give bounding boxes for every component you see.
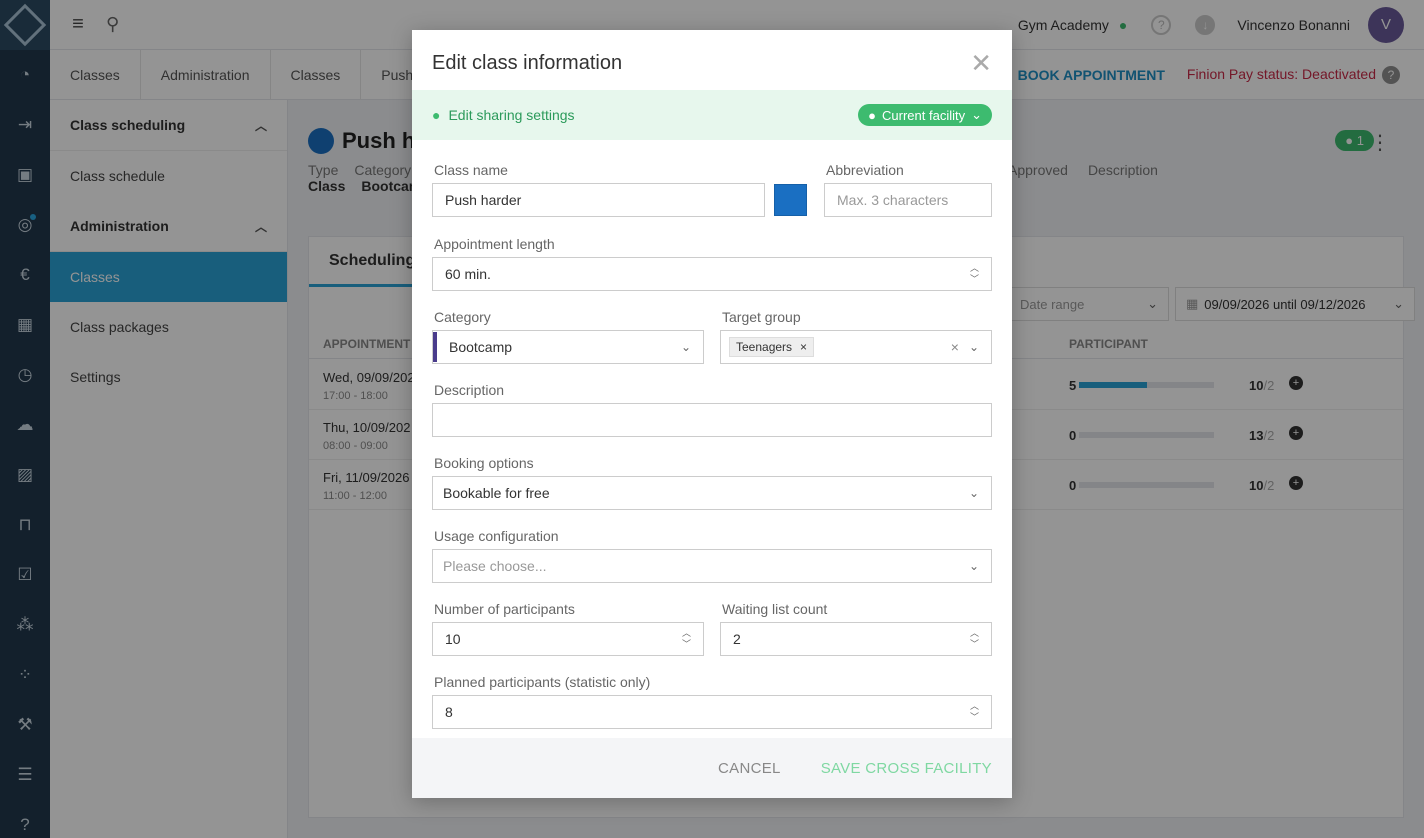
edit-sharing-link[interactable]: Edit sharing settings (448, 107, 574, 123)
stepper-icon[interactable]: ︿ ﹀ (970, 628, 979, 650)
class-name-label: Class name (434, 162, 508, 178)
class-name-input[interactable]: Push harder (432, 183, 765, 217)
category-select[interactable]: Bootcamp ⌄ (432, 330, 704, 364)
usage-config-label: Usage configuration (434, 528, 559, 544)
planned-participants-label: Planned participants (statistic only) (434, 674, 651, 690)
abbreviation-placeholder: Max. 3 characters (837, 192, 949, 208)
stepper-icon[interactable]: ︿ ﹀ (970, 701, 979, 723)
remove-tag-icon[interactable]: × (800, 340, 807, 354)
abbreviation-input[interactable]: Max. 3 characters (824, 183, 992, 217)
target-group-label: Target group (722, 309, 801, 325)
booking-options-label: Booking options (434, 455, 534, 471)
appointment-length-input[interactable]: 60 min. ︿ ﹀ (432, 257, 992, 291)
chevron-down-icon: ⌄ (680, 340, 691, 354)
color-picker[interactable] (774, 184, 807, 216)
category-color-bar (433, 332, 437, 362)
edit-class-modal: Edit class information ✕ ● Edit sharing … (412, 30, 1012, 798)
appointment-length-value: 60 min. (445, 266, 491, 282)
location-pin-icon: ● (868, 107, 877, 123)
modal-footer: CANCEL SAVE CROSS FACILITY (412, 738, 1012, 798)
appointment-length-label: Appointment length (434, 236, 555, 252)
target-group-tag: Teenagers × (729, 337, 815, 357)
location-pin-icon: ● (432, 107, 441, 123)
target-group-select[interactable]: Teenagers × × ⌄ (720, 330, 992, 364)
waiting-list-value: 2 (733, 631, 741, 647)
chevron-down-icon: ⌄ (968, 486, 979, 500)
sharing-bar: ● Edit sharing settings ● Current facili… (412, 90, 1012, 140)
chevron-down-icon: ⌄ (968, 340, 979, 354)
waiting-list-input[interactable]: 2 ︿ ﹀ (720, 622, 992, 656)
chevron-down-icon: ⌄ (968, 559, 979, 573)
tag-label: Teenagers (736, 340, 793, 354)
class-name-value: Push harder (445, 192, 522, 208)
category-label: Category (434, 309, 491, 325)
booking-options-value: Bookable for free (443, 485, 550, 501)
close-icon[interactable]: ✕ (970, 48, 992, 79)
participants-label: Number of participants (434, 601, 575, 617)
planned-participants-value: 8 (445, 704, 453, 720)
modal-title: Edit class information (432, 52, 623, 74)
description-input[interactable] (432, 403, 992, 437)
cancel-button[interactable]: CANCEL (718, 760, 781, 777)
usage-config-select[interactable]: Please choose... ⌄ (432, 549, 992, 583)
abbreviation-label: Abbreviation (826, 162, 904, 178)
planned-participants-input[interactable]: 8 ︿ ﹀ (432, 695, 992, 729)
stepper-icon[interactable]: ︿ ﹀ (970, 263, 979, 285)
chevron-down-icon: ⌄ (971, 107, 982, 122)
category-value: Bootcamp (449, 339, 513, 355)
facility-label: Current facility (882, 107, 966, 123)
description-label: Description (434, 382, 505, 398)
booking-options-select[interactable]: Bookable for free ⌄ (432, 476, 992, 510)
current-facility-button[interactable]: ● Current facility ⌄ (858, 104, 992, 126)
stepper-icon[interactable]: ︿ ﹀ (682, 628, 691, 650)
participants-input[interactable]: 10 ︿ ﹀ (432, 622, 704, 656)
usage-config-placeholder: Please choose... (443, 558, 547, 574)
participants-value: 10 (445, 631, 461, 647)
save-cross-facility-button[interactable]: SAVE CROSS FACILITY (821, 760, 992, 777)
waiting-list-label: Waiting list count (722, 601, 828, 617)
clear-icon[interactable]: × (951, 339, 959, 355)
